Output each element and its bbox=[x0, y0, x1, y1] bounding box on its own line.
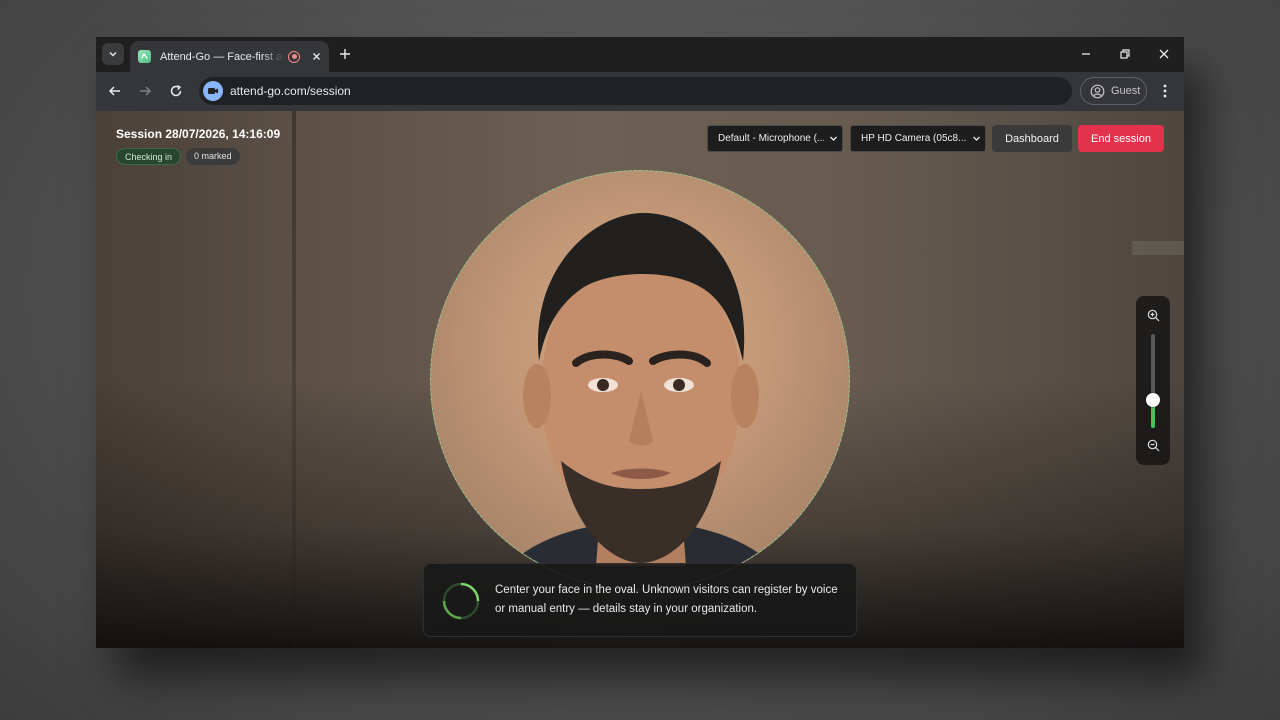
close-window-button[interactable] bbox=[1155, 45, 1173, 63]
face-preview bbox=[492, 213, 790, 589]
zoom-in-button[interactable] bbox=[1144, 306, 1162, 324]
arrow-left-icon bbox=[108, 86, 120, 96]
instruction-panel: Center your face in the oval. Unknown vi… bbox=[423, 563, 857, 637]
microphone-select[interactable]: Default - Microphone (... bbox=[707, 125, 843, 152]
zoom-control bbox=[1136, 296, 1170, 465]
camera-select[interactable]: HP HD Camera (05c8... bbox=[850, 125, 986, 152]
profile-icon bbox=[1090, 84, 1105, 98]
new-tab-button[interactable] bbox=[336, 45, 354, 63]
browser-menu-button[interactable] bbox=[1156, 82, 1174, 100]
restore-button[interactable] bbox=[1116, 45, 1134, 63]
zoom-out-icon bbox=[1147, 439, 1159, 451]
attend-go-favicon bbox=[138, 50, 151, 63]
camera-face-oval bbox=[430, 170, 850, 590]
minimize-icon bbox=[1082, 53, 1090, 55]
back-button[interactable] bbox=[106, 82, 124, 100]
zoom-in-icon bbox=[1147, 309, 1159, 321]
browser-toolbar: attend-go.com/session Guest bbox=[96, 72, 1184, 111]
active-tab[interactable]: Attend-Go — Face-first attendance bbox=[130, 41, 329, 72]
end-session-button[interactable]: End session bbox=[1078, 125, 1164, 152]
plus-icon bbox=[340, 49, 350, 59]
kebab-icon bbox=[1163, 84, 1167, 98]
status-badge: Checking in bbox=[116, 148, 182, 165]
profile-button[interactable]: Guest bbox=[1080, 77, 1147, 105]
profile-label: Guest bbox=[1111, 85, 1141, 97]
chevron-down-icon bbox=[967, 134, 985, 143]
reload-button[interactable] bbox=[167, 82, 185, 100]
dashboard-button[interactable]: Dashboard bbox=[992, 125, 1072, 152]
close-icon bbox=[1159, 49, 1169, 59]
tab-title: Attend-Go — Face-first attendance bbox=[160, 50, 284, 63]
close-tab-button[interactable] bbox=[309, 50, 323, 64]
tab-strip: Attend-Go — Face-first attendance bbox=[96, 37, 1184, 72]
arrow-right-icon bbox=[140, 86, 152, 96]
marked-count-badge: 0 marked bbox=[186, 148, 240, 165]
zoom-slider-thumb[interactable] bbox=[1146, 392, 1160, 407]
chevron-down-icon bbox=[824, 134, 842, 143]
site-info-button[interactable] bbox=[203, 81, 223, 101]
reload-icon bbox=[170, 84, 182, 97]
zoom-slider[interactable] bbox=[1146, 334, 1160, 428]
forward-button[interactable] bbox=[136, 82, 154, 100]
session-title: Session 28/07/2026, 14:16:09 bbox=[116, 127, 281, 141]
chevron-down-icon bbox=[109, 52, 117, 57]
recording-icon bbox=[288, 50, 300, 63]
address-bar[interactable]: attend-go.com/session bbox=[199, 77, 1072, 105]
session-page: Session 28/07/2026, 14:16:09 Checking in… bbox=[96, 111, 1184, 648]
instruction-text: Center your face in the oval. Unknown vi… bbox=[495, 584, 838, 615]
tab-search-button[interactable] bbox=[102, 43, 124, 65]
close-icon bbox=[312, 53, 320, 60]
camera-icon bbox=[208, 88, 218, 94]
background-detail bbox=[1132, 241, 1184, 255]
restore-icon bbox=[1120, 49, 1130, 59]
background-detail bbox=[292, 111, 296, 648]
browser-window: Attend-Go — Face-first attendance bbox=[96, 37, 1184, 648]
zoom-out-button[interactable] bbox=[1144, 436, 1162, 454]
minimize-button[interactable] bbox=[1077, 45, 1095, 63]
url-text: attend-go.com/session bbox=[230, 84, 351, 98]
spinner-icon bbox=[442, 582, 480, 620]
camera-select-value: HP HD Camera (05c8... bbox=[861, 133, 967, 144]
microphone-select-value: Default - Microphone (... bbox=[718, 133, 824, 144]
